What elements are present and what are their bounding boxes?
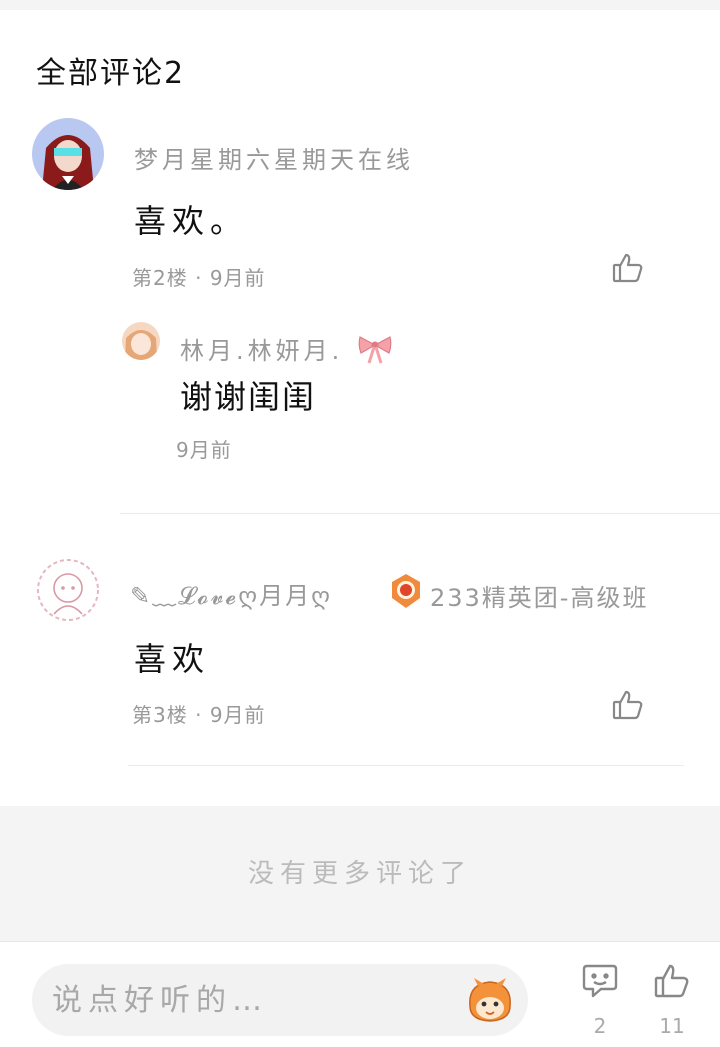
badge-text: 233精英团-高级班 [430,584,649,612]
comment-text: 喜欢 [134,640,211,678]
comment-floor: 第2楼 [132,266,188,290]
reply-text: 谢谢闺闺 [180,378,317,416]
divider [120,513,720,514]
comment-time: 9月前 [209,703,266,727]
divider [128,765,684,766]
comment-username[interactable]: 梦月星期六星期天在线 [134,140,414,175]
reply-username[interactable]: 林月.林妍月. [180,331,393,371]
comment-floor-time: 第3楼 · 9月前 [132,699,266,728]
top-strip [0,0,720,10]
thumbs-up-icon[interactable] [653,962,691,1000]
chat-bubble-icon[interactable] [581,962,619,1000]
meta-separator: · [195,703,210,727]
reply-avatar[interactable] [122,322,160,360]
pink-bow-icon [357,333,393,371]
comment-floor-time: 第2楼 · 9月前 [132,262,266,291]
comment-input[interactable] [32,964,528,1036]
thumbs-up-icon[interactable] [611,251,645,285]
meta-separator: · [195,266,210,290]
avatar[interactable] [32,118,104,190]
comment-floor: 第3楼 [132,703,188,727]
comment-count: 2 [593,1014,607,1038]
like-count: 11 [659,1014,685,1038]
no-more-comments-text: 没有更多评论了 [247,859,472,889]
avatar[interactable] [32,554,104,626]
section-title: 全部评论2 [36,56,186,91]
comment-text: 喜欢。 [134,202,249,240]
comment-time: 9月前 [209,266,266,290]
mascot-face-icon[interactable] [464,976,516,1024]
comment-username[interactable]: ✎﹏𝓛𝓸𝓿𝓮ღ月月ღ [130,576,332,611]
orange-medal-icon [388,572,424,614]
thumbs-up-icon[interactable] [611,688,645,722]
reply-time: 9月前 [176,438,232,462]
